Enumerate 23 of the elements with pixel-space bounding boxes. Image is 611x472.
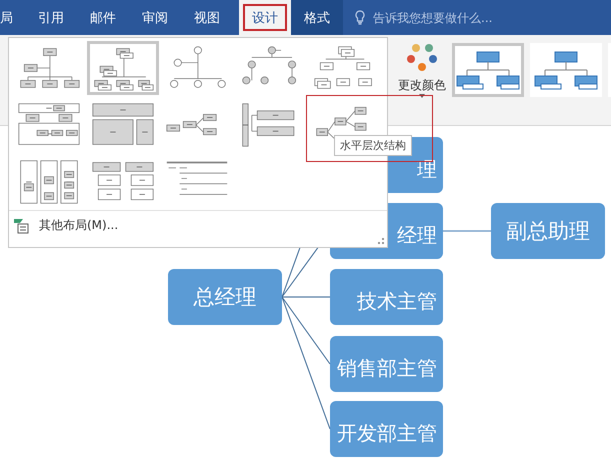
diagram-node: 开发部主管 <box>330 401 443 457</box>
ribbon-tab[interactable]: 视图 <box>181 0 233 35</box>
resize-grip-icon <box>378 238 384 244</box>
caret-icon <box>419 94 425 98</box>
ribbon-tab[interactable]: 引用 <box>25 0 77 35</box>
lightbulb-icon <box>355 10 365 25</box>
diagram-node: 技术主管 <box>330 269 443 325</box>
connector-line <box>443 230 491 232</box>
ribbon-tab[interactable]: 审阅 <box>129 0 181 35</box>
diagram-node: 副总助理 <box>491 203 605 259</box>
style-thumbnail[interactable] <box>452 43 524 97</box>
tell-me-field[interactable]: 告诉我您想要做什么... <box>371 10 575 26</box>
layout-thumbnail[interactable] <box>87 41 159 95</box>
ribbon-tab[interactable]: 设计 <box>239 0 291 35</box>
change-colors-button[interactable]: 更改颜色 <box>393 41 451 119</box>
ribbon-tab[interactable]: 局 <box>0 0 25 35</box>
style-thumbnail[interactable] <box>530 43 602 97</box>
layout-icon <box>13 218 31 234</box>
layout-tooltip: 水平层次结构 <box>334 135 412 156</box>
diagram-node: 销售部主管 <box>330 336 443 392</box>
diagram-node: 总经理 <box>168 269 282 325</box>
ribbon-tab[interactable]: 格式 <box>291 0 343 35</box>
ribbon-tab[interactable]: 邮件 <box>77 0 129 35</box>
